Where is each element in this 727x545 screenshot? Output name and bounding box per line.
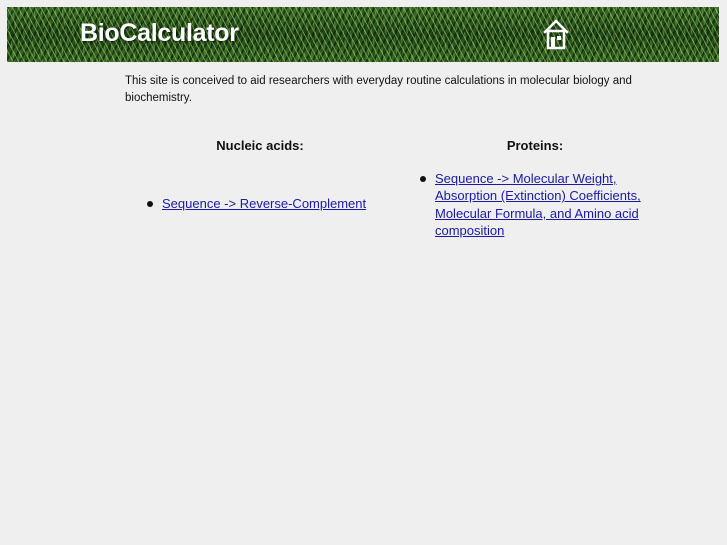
reverse-complement-link[interactable]: Sequence -> Reverse-Complement bbox=[162, 196, 366, 211]
header-banner: BioCalculator bbox=[7, 7, 719, 62]
home-icon bbox=[543, 19, 569, 50]
intro-text: This site is conceived to aid researcher… bbox=[125, 75, 632, 104]
list-item: Sequence -> Molecular Weight, Absorption… bbox=[418, 170, 648, 239]
proteins-heading: Proteins: bbox=[506, 138, 564, 153]
nucleic-acids-list: Sequence -> Reverse-Complement bbox=[145, 195, 395, 212]
proteins-list: Sequence -> Molecular Weight, Absorption… bbox=[418, 170, 648, 239]
bullet-icon bbox=[420, 176, 426, 182]
molecular-weight-link[interactable]: Sequence -> Molecular Weight, Absorption… bbox=[435, 171, 641, 238]
bullet-icon bbox=[147, 201, 153, 207]
site-title: BioCalculator bbox=[80, 19, 239, 47]
nucleic-acids-heading: Nucleic acids: bbox=[216, 138, 304, 153]
list-item: Sequence -> Reverse-Complement bbox=[145, 195, 395, 212]
home-link[interactable] bbox=[542, 18, 570, 50]
